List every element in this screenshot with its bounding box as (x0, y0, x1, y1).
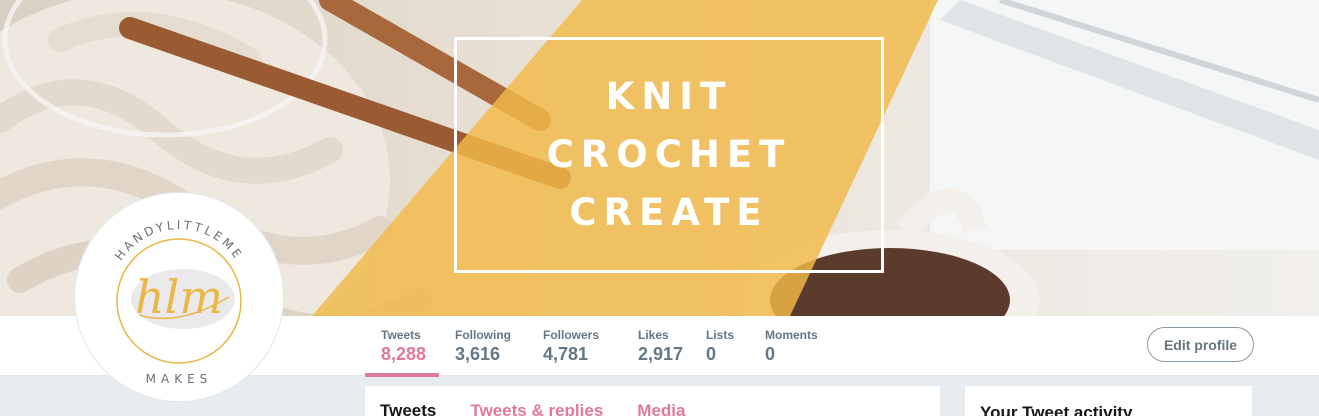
tweet-activity-card: Your Tweet activity (965, 386, 1252, 416)
tab-tweets-replies[interactable]: Tweets & replies (470, 401, 603, 416)
banner-text-frame: KNIT CROCHET CREATE (454, 37, 884, 273)
avatar-bottom-text: MAKES (146, 372, 213, 386)
activity-title: Your Tweet activity (980, 403, 1133, 416)
banner-line-1: KNIT (605, 75, 733, 118)
stat-value: 0 (706, 344, 717, 364)
profile-stats: Tweets 8,288 Following 3,616 Followers 4… (365, 316, 835, 377)
edit-profile-button[interactable]: Edit profile (1147, 327, 1254, 362)
stat-label: Tweets (381, 328, 421, 342)
stat-value: 0 (765, 344, 776, 364)
stat-value: 2,917 (638, 344, 684, 364)
avatar-monogram: hlm (135, 270, 223, 324)
stat-followers[interactable]: Followers 4,781 (527, 316, 622, 376)
stat-label: Likes (638, 328, 669, 342)
avatar[interactable]: HANDYLITTLEME hlm MAKES (75, 193, 283, 401)
stat-value: 8,288 (381, 344, 427, 364)
tab-media[interactable]: Media (637, 401, 685, 416)
stat-moments[interactable]: Moments 0 (749, 316, 835, 376)
profile-page: KNIT CROCHET CREATE Tweets 8,288 Followi… (0, 0, 1319, 416)
stat-value: 4,781 (543, 344, 589, 364)
timeline-card: Tweets Tweets & replies Media (365, 386, 940, 416)
avatar-logo: HANDYLITTLEME hlm MAKES (83, 201, 275, 393)
banner-line-2: CROCHET (546, 133, 792, 176)
stat-label: Lists (706, 328, 735, 342)
stat-value: 3,616 (455, 344, 501, 364)
stat-lists[interactable]: Lists 0 (690, 316, 749, 376)
tab-tweets[interactable]: Tweets (380, 401, 436, 416)
timeline-tabs: Tweets Tweets & replies Media (365, 386, 940, 416)
stat-likes[interactable]: Likes 2,917 (622, 316, 690, 376)
stat-label: Moments (765, 328, 818, 342)
stat-label: Followers (543, 328, 600, 342)
stat-tweets[interactable]: Tweets 8,288 (365, 316, 439, 377)
stat-following[interactable]: Following 3,616 (439, 316, 527, 376)
stat-label: Following (455, 328, 511, 342)
banner-line-3: CREATE (569, 191, 769, 234)
